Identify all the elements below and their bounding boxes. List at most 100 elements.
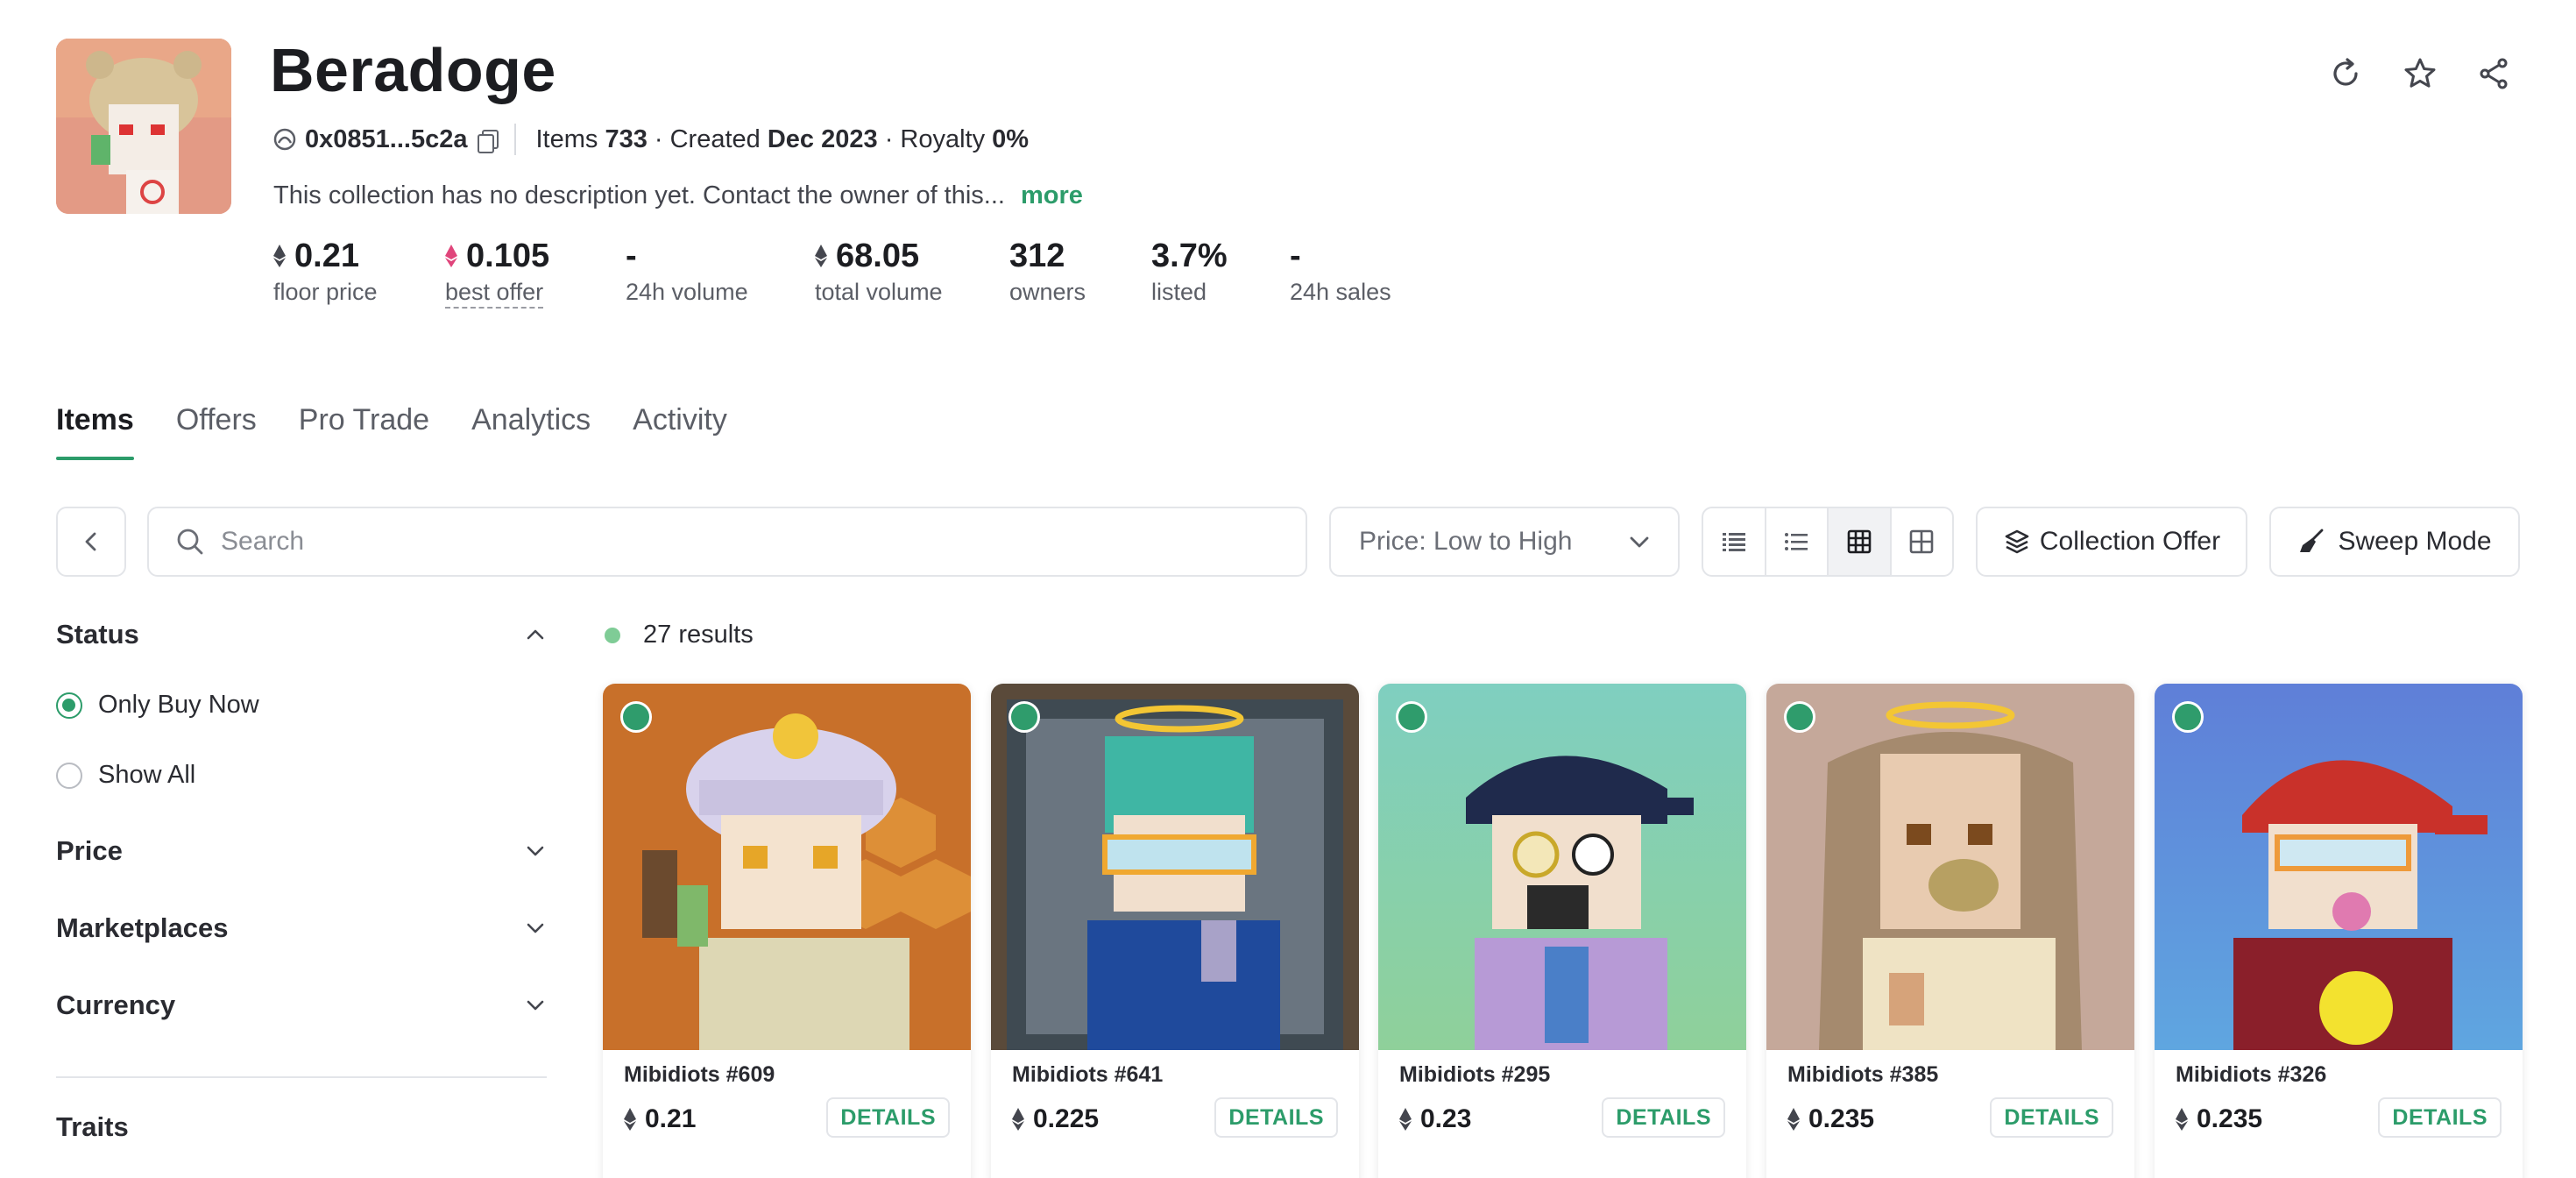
collapse-filters-button[interactable] — [56, 507, 126, 577]
filter-currency-header[interactable]: Currency — [56, 990, 547, 1021]
nft-image[interactable] — [2155, 684, 2523, 1050]
details-button[interactable]: DETAILS — [1602, 1097, 1725, 1138]
status-option-label: Show All — [98, 761, 196, 789]
view-list-button[interactable] — [1766, 508, 1829, 575]
stat-label: best offer — [445, 279, 544, 309]
view-list-detailed-button[interactable] — [1703, 508, 1766, 575]
nft-image[interactable] — [603, 684, 971, 1050]
nft-price: 0.21 — [624, 1104, 696, 1134]
nft-name: Mibidiots #641 — [1012, 1062, 1164, 1087]
tab-pro-trade[interactable]: Pro Trade — [299, 403, 429, 460]
tab-analytics[interactable]: Analytics — [471, 403, 591, 460]
stat-value: - — [626, 237, 637, 274]
stat-value: 0.105 — [466, 237, 550, 274]
stat-24h-volume: - 24h volume — [626, 235, 748, 306]
share-icon[interactable] — [2474, 54, 2513, 93]
weth-icon — [445, 245, 457, 267]
radio-selected[interactable] — [56, 692, 82, 719]
collection-description: This collection has no description yet. … — [273, 181, 1083, 210]
nft-image[interactable] — [991, 684, 1359, 1050]
nft-price-value: 0.235 — [2197, 1104, 2263, 1133]
sort-value: Price: Low to High — [1359, 527, 1573, 556]
nft-name: Mibidiots #295 — [1399, 1062, 1551, 1087]
status-option-show-all[interactable]: Show All — [56, 761, 195, 790]
list-icon — [1785, 533, 1808, 550]
results-count-text: 27 results — [643, 621, 754, 649]
collection-title: Beradoge — [270, 36, 556, 104]
filter-price-header[interactable]: Price — [56, 835, 547, 867]
stat-owners: 312 owners — [1009, 235, 1086, 306]
stat-label: listed — [1151, 279, 1207, 305]
sort-select[interactable]: Price: Low to High — [1329, 507, 1680, 577]
grid-large-icon — [1909, 529, 1934, 554]
stat-label: 24h sales — [1290, 279, 1391, 305]
chevron-up-icon — [527, 629, 544, 640]
nft-image[interactable] — [1766, 684, 2134, 1050]
stat-value: 3.7% — [1151, 237, 1228, 274]
sweep-mode-button[interactable]: Sweep Mode — [2269, 507, 2520, 577]
status-option-label: Only Buy Now — [98, 691, 259, 719]
stat-best-offer[interactable]: 0.105 best offer — [445, 235, 549, 309]
details-button[interactable]: DETAILS — [1990, 1097, 2113, 1138]
nft-price: 0.235 — [1787, 1104, 1874, 1134]
filter-status-header[interactable]: Status — [56, 619, 547, 650]
sidebar-divider — [56, 1076, 547, 1078]
royalty-label: · Royalty — [884, 124, 986, 153]
search-input[interactable]: Search — [147, 507, 1307, 577]
collection-avatar — [56, 39, 231, 214]
chain-icon — [273, 128, 296, 151]
contract-address[interactable]: 0x0851...5c2a — [305, 125, 467, 154]
nft-card[interactable]: Mibidiots #609 0.21 DETAILS — [603, 684, 971, 1178]
tab-items[interactable]: Items — [56, 403, 134, 460]
collection-offer-label: Collection Offer — [2039, 527, 2221, 556]
description-text: This collection has no description yet. … — [273, 181, 1005, 209]
stat-label: total volume — [815, 279, 943, 305]
details-button[interactable]: DETAILS — [2378, 1097, 2502, 1138]
search-placeholder: Search — [221, 527, 305, 556]
tab-offers[interactable]: Offers — [176, 403, 257, 460]
eth-icon — [1399, 1108, 1412, 1131]
results-count: 27 results — [605, 621, 754, 649]
royalty-value: 0% — [992, 124, 1030, 153]
filter-marketplaces-header[interactable]: Marketplaces — [56, 912, 547, 944]
stat-label: 24h volume — [626, 279, 748, 305]
nft-card[interactable]: Mibidiots #641 0.225 DETAILS — [991, 684, 1359, 1178]
collection-meta: 0x0851...5c2a Items 733 · Created Dec 20… — [273, 121, 1029, 158]
details-button[interactable]: DETAILS — [826, 1097, 950, 1138]
collection-offer-button[interactable]: Collection Offer — [1976, 507, 2247, 577]
star-icon[interactable] — [2401, 54, 2439, 93]
created-value: Dec 2023 — [767, 124, 878, 153]
filter-status-title: Status — [56, 619, 139, 649]
status-option-only-buy-now[interactable]: Only Buy Now — [56, 691, 259, 720]
list-detailed-icon — [1722, 533, 1745, 551]
copy-icon[interactable] — [476, 128, 499, 153]
tab-activity[interactable]: Activity — [633, 403, 727, 460]
stat-value: - — [1290, 237, 1301, 274]
items-label: Items — [535, 124, 598, 153]
live-status-dot — [605, 627, 620, 643]
nft-price: 0.235 — [2176, 1104, 2262, 1134]
eth-icon — [815, 245, 827, 267]
refresh-icon[interactable] — [2326, 54, 2365, 93]
more-link[interactable]: more — [1021, 181, 1083, 209]
nft-image[interactable] — [1378, 684, 1746, 1050]
nft-card[interactable]: Mibidiots #385 0.235 DETAILS — [1766, 684, 2134, 1178]
stat-value: 0.21 — [294, 237, 359, 274]
nft-card[interactable]: Mibidiots #326 0.235 DETAILS — [2155, 684, 2523, 1178]
nft-price-value: 0.235 — [1808, 1104, 1875, 1133]
eth-icon — [1787, 1108, 1800, 1131]
view-mode-toggle — [1702, 507, 1954, 577]
stat-label: floor price — [273, 279, 378, 305]
view-grid-small-button[interactable] — [1829, 508, 1892, 575]
stat-total-volume: 68.05 total volume — [815, 235, 943, 306]
eth-icon — [273, 245, 286, 267]
view-grid-large-button[interactable] — [1892, 508, 1953, 575]
eth-icon — [1012, 1108, 1024, 1131]
eth-icon — [2176, 1108, 2188, 1131]
nft-card[interactable]: Mibidiots #295 0.23 DETAILS — [1378, 684, 1746, 1178]
details-button[interactable]: DETAILS — [1214, 1097, 1338, 1138]
filter-traits-header[interactable]: Traits — [56, 1111, 547, 1143]
nft-price-value: 0.225 — [1033, 1104, 1100, 1133]
radio-unselected[interactable] — [56, 762, 82, 789]
filter-marketplaces-title: Marketplaces — [56, 912, 229, 943]
